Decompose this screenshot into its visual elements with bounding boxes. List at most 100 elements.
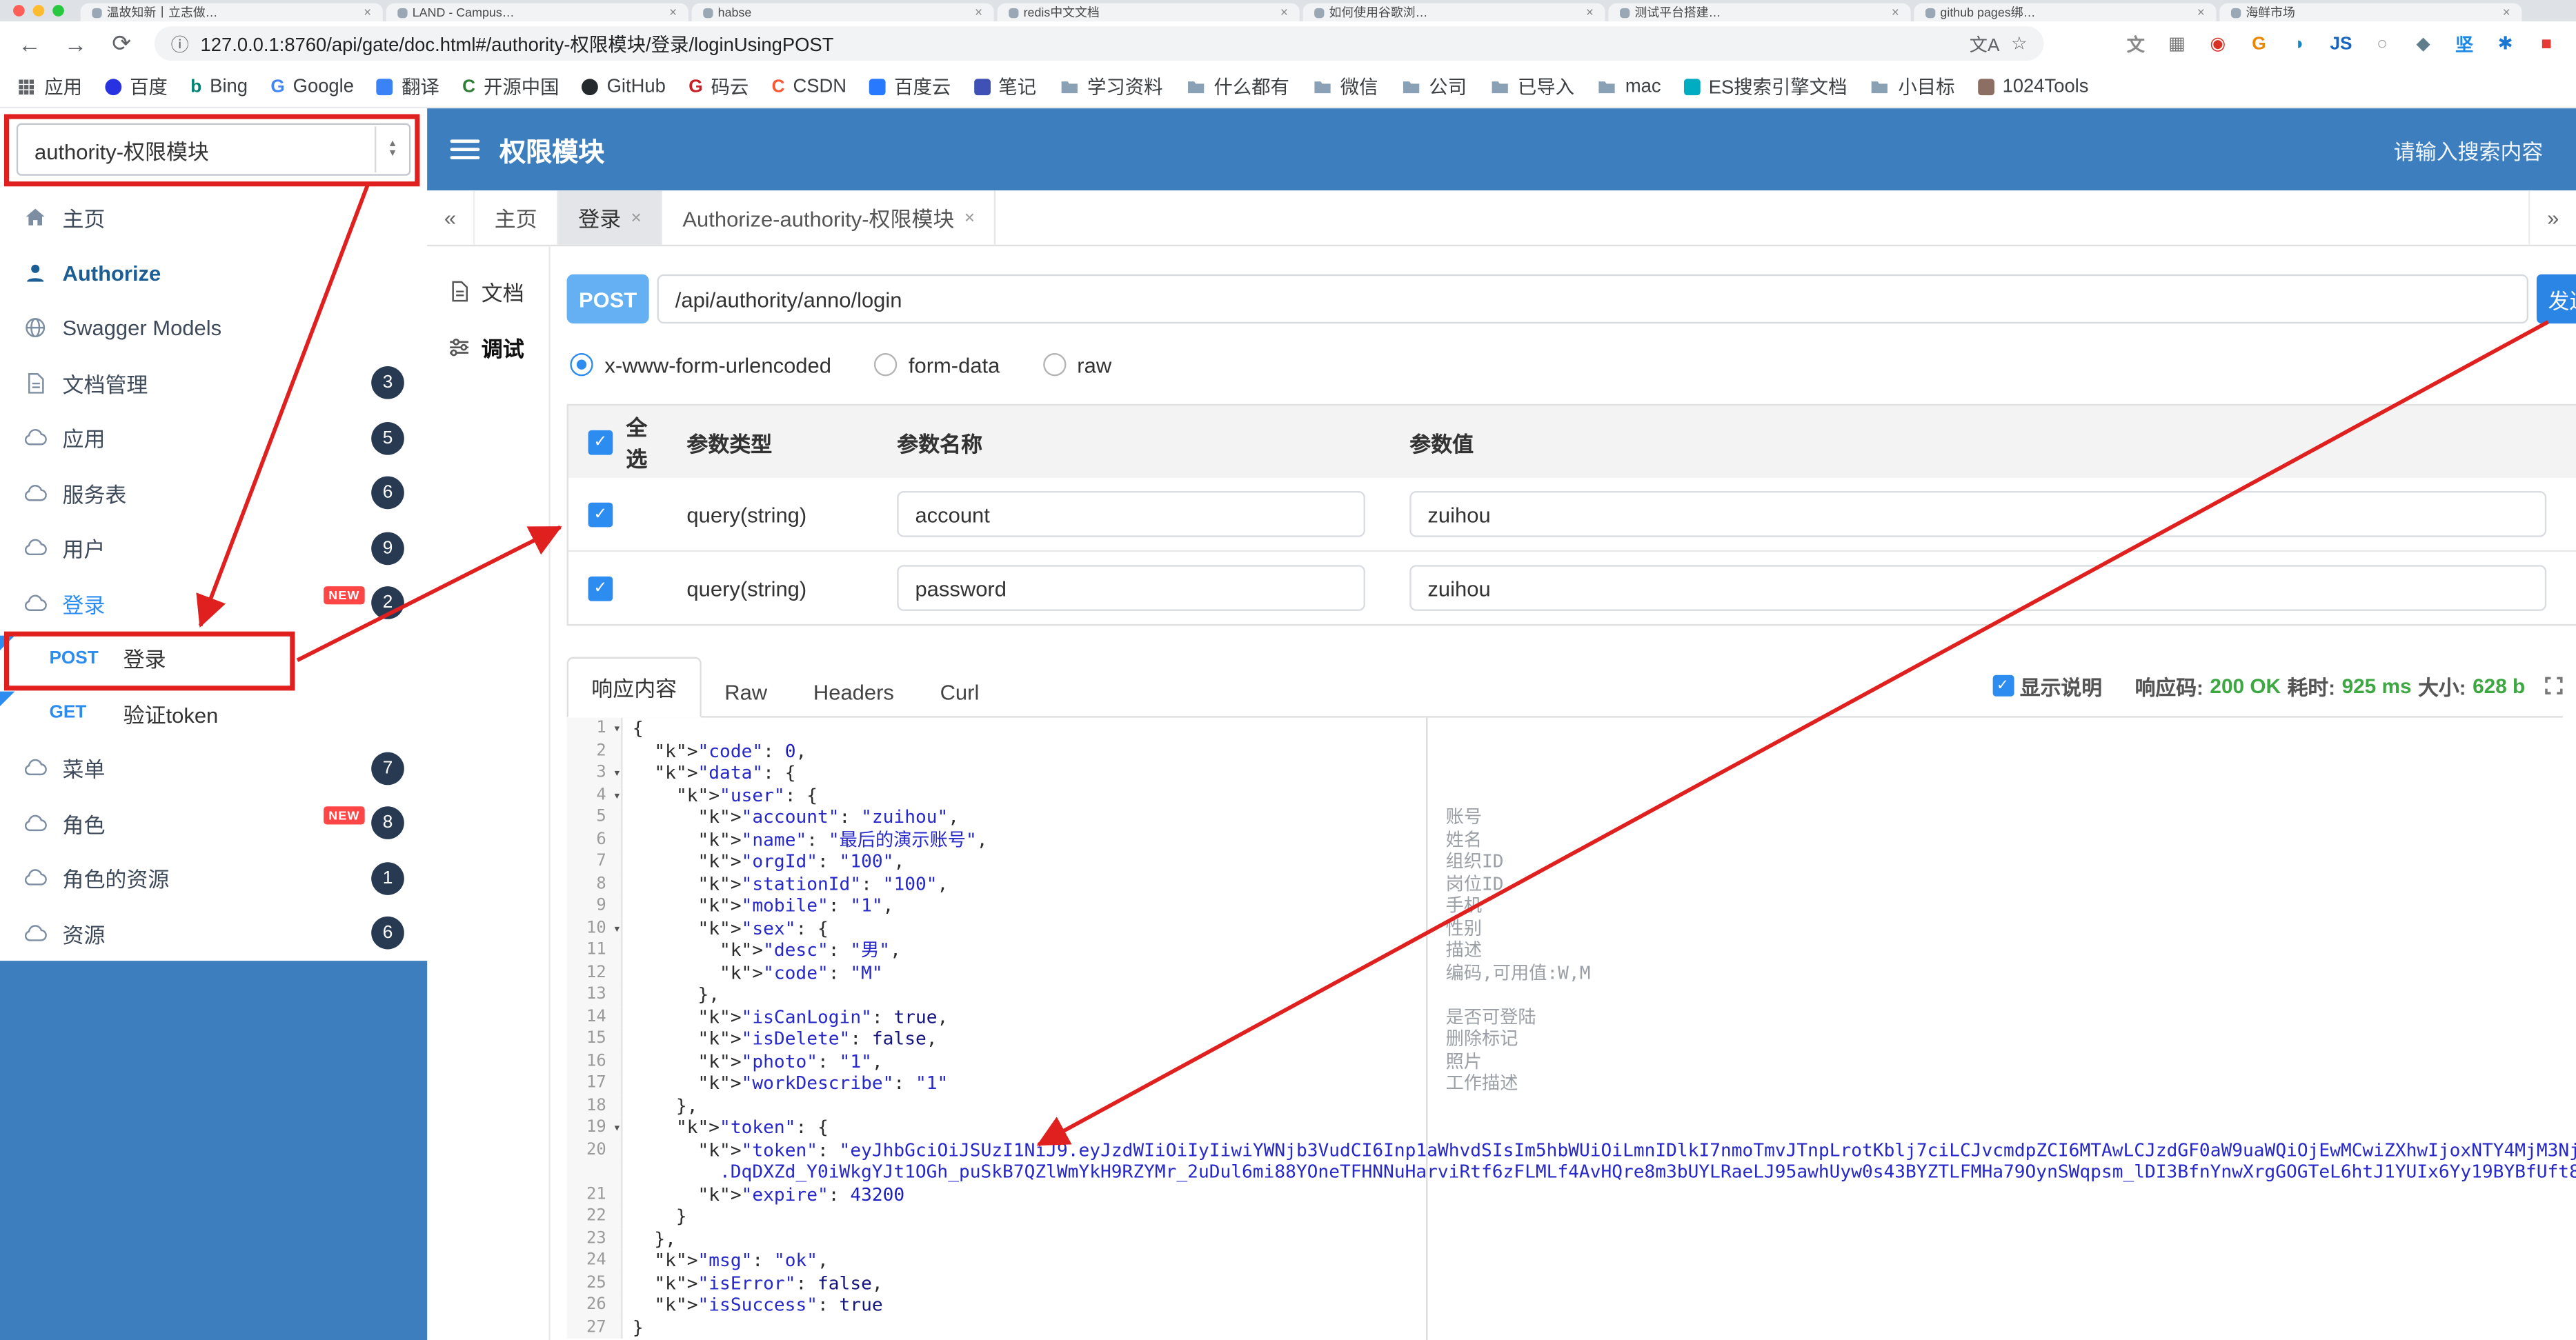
bookmark-item[interactable]: 微信 [1312,73,1378,99]
bookmark-item[interactable]: ES搜索引擎文档 [1683,73,1847,99]
bookmark-item[interactable]: 什么都有 [1186,73,1289,99]
window-controls[interactable] [10,5,77,21]
send-button[interactable]: 发送 [2536,274,2576,324]
bookmark-item[interactable]: 1024Tools [1977,77,2088,96]
response-tab-3[interactable]: Curl [917,667,1002,718]
tabs-scroll-right-icon[interactable]: » [2528,190,2576,245]
sidebar-item-login[interactable]: 登录 NEW 2 [0,576,427,631]
sidebar-item-role-resource[interactable]: 角色的资源 1 [0,851,427,906]
sidebar-item-role[interactable]: 角色 NEW 8 [0,796,427,851]
bookmark-item[interactable]: GitHub [582,77,666,96]
browser-tab[interactable]: habse × [691,3,994,21]
bookmark-item[interactable]: 笔记 [973,73,1036,99]
sidebar-item-app[interactable]: 应用 5 [0,410,427,466]
bookmark-item[interactable]: 百度云 [869,73,951,99]
sidebar-item-post-login[interactable]: POST 登录 [0,630,427,686]
param-checkbox[interactable]: ✓ [588,575,613,601]
tab-close-icon[interactable]: × [2197,5,2205,19]
browser-tab[interactable]: 温故知新丨立志做… × [80,3,383,21]
bookmark-item[interactable]: mac [1597,77,1661,96]
fold-caret-icon[interactable]: ▾ [613,762,621,784]
shield-icon[interactable]: ◆ [2410,30,2437,57]
camera-icon[interactable]: ◉ [2205,30,2231,57]
back-button[interactable]: ← [17,30,43,57]
response-tab-0[interactable]: 响应内容 [566,657,702,718]
red-ext-icon[interactable]: ■ [2533,30,2559,57]
header-search-input[interactable]: 请输入搜索内容 [2394,134,2553,165]
param-name-input[interactable] [897,491,1365,537]
fold-caret-icon[interactable]: ▾ [613,784,621,806]
fold-caret-icon[interactable]: ▾ [613,917,621,939]
sidebar-item-home[interactable]: 主页 [0,190,427,246]
site-info-icon[interactable]: ⓘ [171,30,189,57]
forward-button[interactable]: → [62,30,88,57]
request-url-input[interactable]: /api/authority/anno/login [657,274,2528,324]
doc-nav-document[interactable]: 文档 [427,263,548,319]
json-viewer-icon[interactable]: JS [2328,30,2354,57]
bookmark-item[interactable]: b Bing [190,77,248,97]
google-icon[interactable]: G [2246,30,2272,57]
bookmark-item[interactable]: 应用 [17,73,82,99]
sidebar-item-swagger-models[interactable]: Swagger Models [0,301,427,356]
circle-icon[interactable]: ○ [2369,30,2395,57]
menu-toggle-icon[interactable] [450,139,480,159]
translate-page-icon[interactable]: 文A [1970,30,2000,57]
bookmark-item[interactable]: 百度 [105,73,168,99]
param-value-input[interactable] [1409,491,2547,537]
module-select[interactable]: authority-权限模块 ▲ ▼ [16,123,411,176]
response-tab-1[interactable]: Raw [702,667,791,718]
sidebar-item-user[interactable]: 用户 9 [0,521,427,576]
translate-icon[interactable]: 文 [2123,30,2149,57]
tab-close-icon[interactable]: × [2503,5,2510,19]
sidebar-item-authorize[interactable]: Authorize [0,246,427,301]
doc-tab-2[interactable]: Authorize-authority-权限模块 × [663,190,996,245]
docker-icon[interactable]: ◗ [2287,30,2313,57]
bookmark-item[interactable]: G Google [270,77,354,97]
fullscreen-icon[interactable] [2545,677,2563,694]
browser-tab[interactable]: redis中文文档 × [997,3,1300,21]
tab-close-icon[interactable]: × [669,5,677,19]
browser-tab[interactable]: 海鲜市场 × [2219,3,2522,21]
bookmark-item[interactable]: C CSDN [772,77,846,97]
select-all-checkbox[interactable]: ✓ [588,429,613,454]
bookmark-item[interactable]: 公司 [1401,73,1467,99]
bookmark-item[interactable]: 学习资料 [1059,73,1163,99]
doc-tab-0[interactable]: 主页 [475,190,559,245]
doc-nav-debug[interactable]: 调试 [427,319,548,374]
browser-tab[interactable]: 测试平台搭建… × [1608,3,1911,21]
body-type-option-0[interactable]: x-www-form-urlencoded [570,352,831,377]
param-value-input[interactable] [1409,565,2547,611]
tab-close-icon[interactable]: × [364,5,371,19]
tab-close-icon[interactable]: × [1586,5,1594,19]
bookmark-item[interactable]: G 码云 [688,73,749,99]
sidebar-item-get-verify-token[interactable]: GET 验证token [0,686,427,741]
maximize-window-icon[interactable] [52,5,64,17]
address-bar[interactable]: ⓘ 127.0.0.1:8760/api/gate/doc.html#/auth… [154,26,2044,61]
bookmark-item[interactable]: 已导入 [1489,73,1574,99]
body-type-option-1[interactable]: form-data [873,352,1000,377]
show-desc-checkbox[interactable]: ✓ [1992,674,2014,697]
sidebar-item-resource[interactable]: 资源 6 [0,906,427,961]
bookmark-item[interactable]: C 开源中国 [462,73,559,99]
sidebar-item-doc-manage[interactable]: 文档管理 3 [0,356,427,411]
browser-tab[interactable]: github pages绑… × [1914,3,2217,21]
snowflake-icon[interactable]: ✱ [2493,30,2519,57]
close-window-icon[interactable] [13,5,25,17]
sidebar-item-menu[interactable]: 菜单 7 [0,741,427,796]
bookmark-item[interactable]: 翻译 [377,73,439,99]
param-checkbox[interactable]: ✓ [588,501,613,527]
fold-caret-icon[interactable]: ▾ [613,1117,621,1139]
response-tab-2[interactable]: Headers [791,667,918,718]
body-type-option-2[interactable]: raw [1042,352,1111,377]
bookmark-item[interactable]: 小目标 [1870,73,1955,99]
tab-close-icon[interactable]: × [975,5,982,19]
doc-tab-1[interactable]: 登录 × [558,190,663,245]
sidebar-item-service-table[interactable]: 服务表 6 [0,466,427,521]
bookmark-star-icon[interactable]: ☆ [2011,33,2028,54]
reload-button[interactable]: ⟳ [108,30,135,57]
browser-tab[interactable]: 如何使用谷歌浏… × [1302,3,1605,21]
tab-close-icon[interactable]: × [1892,5,1899,19]
fold-caret-icon[interactable]: ▾ [613,718,621,740]
nutstore-icon[interactable]: 坚 [2451,30,2477,57]
browser-tab[interactable]: LAND - Campus… × [386,3,688,21]
